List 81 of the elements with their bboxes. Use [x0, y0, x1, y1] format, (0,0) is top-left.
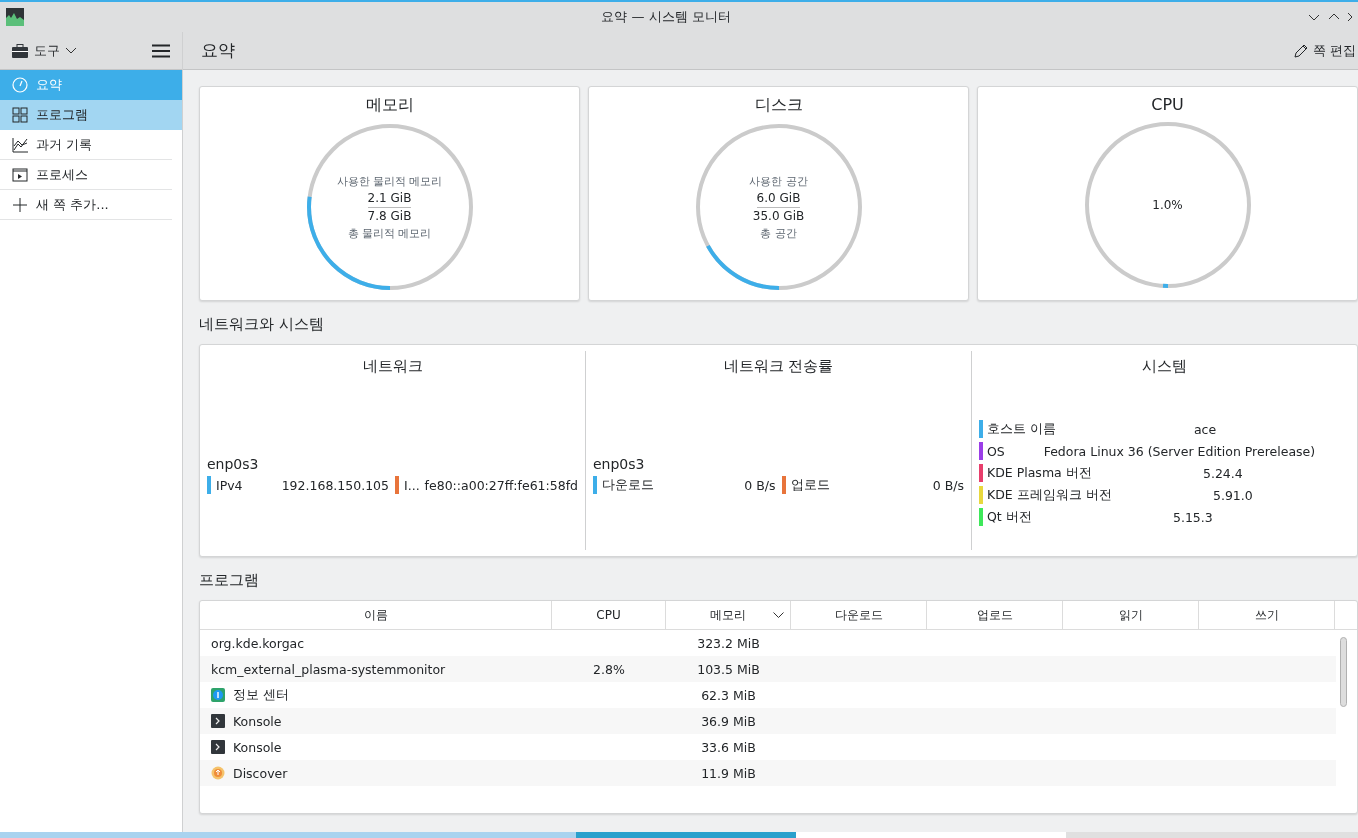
toolbox-icon	[12, 43, 28, 58]
field-label: Qt 버전	[987, 508, 1032, 526]
shopping-bag-icon	[211, 766, 225, 780]
window-title: 요약 — 시스템 모니터	[600, 8, 732, 26]
panel-title: 네트워크 전송률	[722, 357, 835, 376]
interface-name: enp0s3	[593, 456, 646, 472]
process-name: Discover	[233, 765, 288, 781]
page-title: 요약	[201, 39, 236, 62]
process-name: Konsole	[233, 739, 282, 755]
field-label: IPv4	[216, 477, 244, 493]
panel-title: 네트워크	[361, 357, 424, 376]
column-header[interactable]: CPU	[552, 601, 666, 629]
column-header[interactable]: 쓰기	[1199, 601, 1335, 629]
section-title: 네트워크와 시스템	[199, 315, 325, 334]
memory-cell-text: 323.2 MiB	[696, 635, 761, 651]
memory-cell-text: 11.9 MiB	[700, 765, 757, 781]
process-name: org.kde.korgac	[211, 635, 305, 651]
field-value: 192.168.150.105	[281, 477, 389, 493]
total-label: 총 물리적 메모리	[347, 225, 432, 242]
used-value: 6.0 GiB	[756, 189, 801, 208]
total-value: 7.8 GiB	[367, 207, 412, 225]
memory-cell-text: 33.6 MiB	[700, 739, 757, 755]
field-value: 0 B/s	[744, 477, 776, 493]
interface-name: enp0s3	[207, 456, 260, 472]
column-header[interactable]: 다운로드	[791, 601, 927, 629]
terminal-icon	[211, 714, 225, 728]
column-header[interactable]: 이름	[200, 601, 552, 629]
field-label: 업로드	[790, 476, 831, 494]
field-value: 5.15.3	[1171, 509, 1214, 525]
process-name: kcm_external_plasma-systemmonitor	[211, 661, 446, 677]
total-label: 총 공간	[760, 225, 797, 242]
gauge-value: 1.0%	[1152, 196, 1183, 214]
sidebar-item[interactable]: 새 쪽 추가...	[0, 190, 172, 220]
field-value: fe80::a00:27ff:fe61:58fd	[424, 477, 578, 493]
field-value: 0 B/s	[932, 477, 964, 493]
field-label: 호스트 이름	[987, 420, 1056, 438]
column-header[interactable]: 업로드	[927, 601, 1063, 629]
gauge-icon	[12, 77, 28, 93]
field-value: 5.24.4	[1201, 465, 1244, 481]
field-label: OS	[987, 443, 1005, 459]
pencil-icon	[1293, 43, 1308, 58]
memory-cell-text: 62.3 MiB	[700, 687, 757, 703]
terminal-icon	[211, 740, 225, 754]
menu-icon[interactable]	[152, 43, 170, 58]
field-label: KDE Plasma 버전	[987, 464, 1092, 482]
column-header[interactable]: 읽기	[1063, 601, 1199, 629]
info-app-icon	[211, 688, 225, 702]
field-label: KDE 프레임워크 버전	[987, 486, 1112, 504]
app-icon	[6, 8, 24, 26]
field-value: Fedora Linux 36 (Server Edition Prerelease)	[1042, 443, 1317, 459]
field-label: 다운로드	[602, 476, 655, 494]
edit-page-button[interactable]: 쪽 편집	[1289, 41, 1358, 60]
process-name: 정보 센터	[233, 686, 289, 704]
cpu-cell-text: 2.8%	[592, 661, 626, 677]
section-title: 프로그램	[199, 571, 260, 590]
sidebar-item[interactable]: 과거 기록	[0, 130, 172, 160]
window-play-icon	[12, 166, 28, 183]
sidebar-item[interactable]: 프로세스	[0, 160, 172, 190]
line-chart-icon	[12, 136, 28, 153]
card-title: 디스크	[754, 95, 803, 116]
card-title: 메모리	[365, 95, 414, 116]
close-icon[interactable]	[1348, 11, 1352, 23]
panel-title: 시스템	[1141, 357, 1188, 376]
column-header[interactable]: 메모리	[666, 601, 791, 629]
sidebar-item[interactable]: 프로그램	[0, 100, 182, 130]
sort-down-icon	[773, 611, 784, 619]
used-label: 사용한 물리적 메모리	[336, 173, 443, 190]
memory-cell-text: 36.9 MiB	[700, 713, 757, 729]
process-name: Konsole	[233, 713, 282, 729]
total-value: 35.0 GiB	[752, 207, 805, 225]
chevron-down-icon	[66, 47, 76, 54]
plus-icon	[12, 196, 28, 213]
card-title: CPU	[1151, 95, 1184, 114]
used-value: 2.1 GiB	[367, 189, 412, 208]
scrollbar[interactable]	[1340, 637, 1347, 707]
field-value: 5.91.0	[1211, 487, 1254, 503]
memory-cell-text: 103.5 MiB	[696, 661, 761, 677]
field-value: ace	[1192, 421, 1218, 437]
grid-icon	[12, 107, 28, 123]
used-label: 사용한 공간	[749, 173, 808, 190]
field-label: I...	[404, 477, 420, 493]
